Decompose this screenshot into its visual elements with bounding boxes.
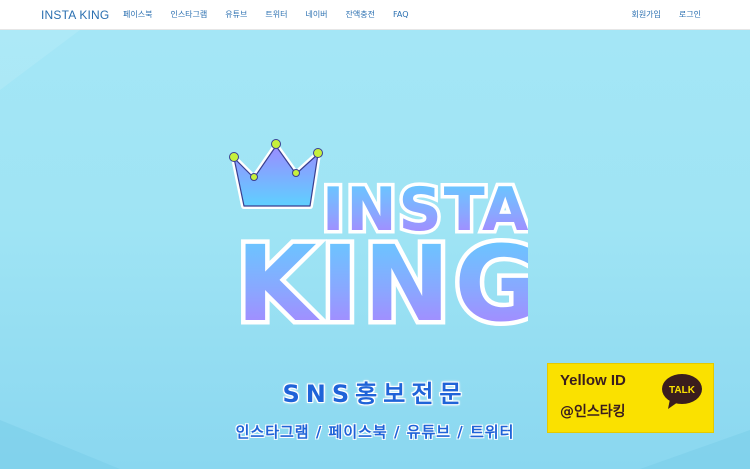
crown-icon — [229, 139, 323, 209]
nav-link-twitter[interactable]: 트위터 — [256, 0, 296, 30]
nav-link-naver[interactable]: 네이버 — [296, 0, 336, 30]
nav-link-youtube[interactable]: 유튜브 — [216, 0, 256, 30]
kakao-talk-icon: TALK — [662, 374, 702, 409]
nav-main-menu: 페이스북 인스타그램 유튜브 트위터 네이버 잔액충전 FAQ — [114, 0, 418, 30]
top-navbar: INSTA KING 페이스북 인스타그램 유튜브 트위터 네이버 잔액충전 F… — [0, 0, 750, 30]
logo-word-king: KING — [236, 223, 528, 345]
nav-link-login[interactable]: 로그인 — [670, 0, 710, 30]
kakao-title: Yellow ID — [560, 372, 626, 389]
nav-account-menu: 회원가입 로그인 — [622, 0, 710, 30]
nav-link-instagram[interactable]: 인스타그램 — [161, 0, 216, 30]
brand-link[interactable]: INSTA KING — [41, 0, 109, 30]
kakao-talk-label: TALK — [669, 385, 696, 396]
nav-link-balance-charge[interactable]: 잔액충전 — [337, 0, 384, 30]
kakao-yellow-id-button[interactable]: Yellow ID @인스타킹 TALK — [547, 363, 714, 433]
insta-king-logo: INSTA KING — [229, 139, 528, 350]
kakao-id: @인스타킹 — [560, 404, 626, 420]
nav-link-faq[interactable]: FAQ — [384, 0, 418, 30]
nav-link-signup[interactable]: 회원가입 — [622, 0, 669, 30]
nav-link-facebook[interactable]: 페이스북 — [114, 0, 161, 30]
